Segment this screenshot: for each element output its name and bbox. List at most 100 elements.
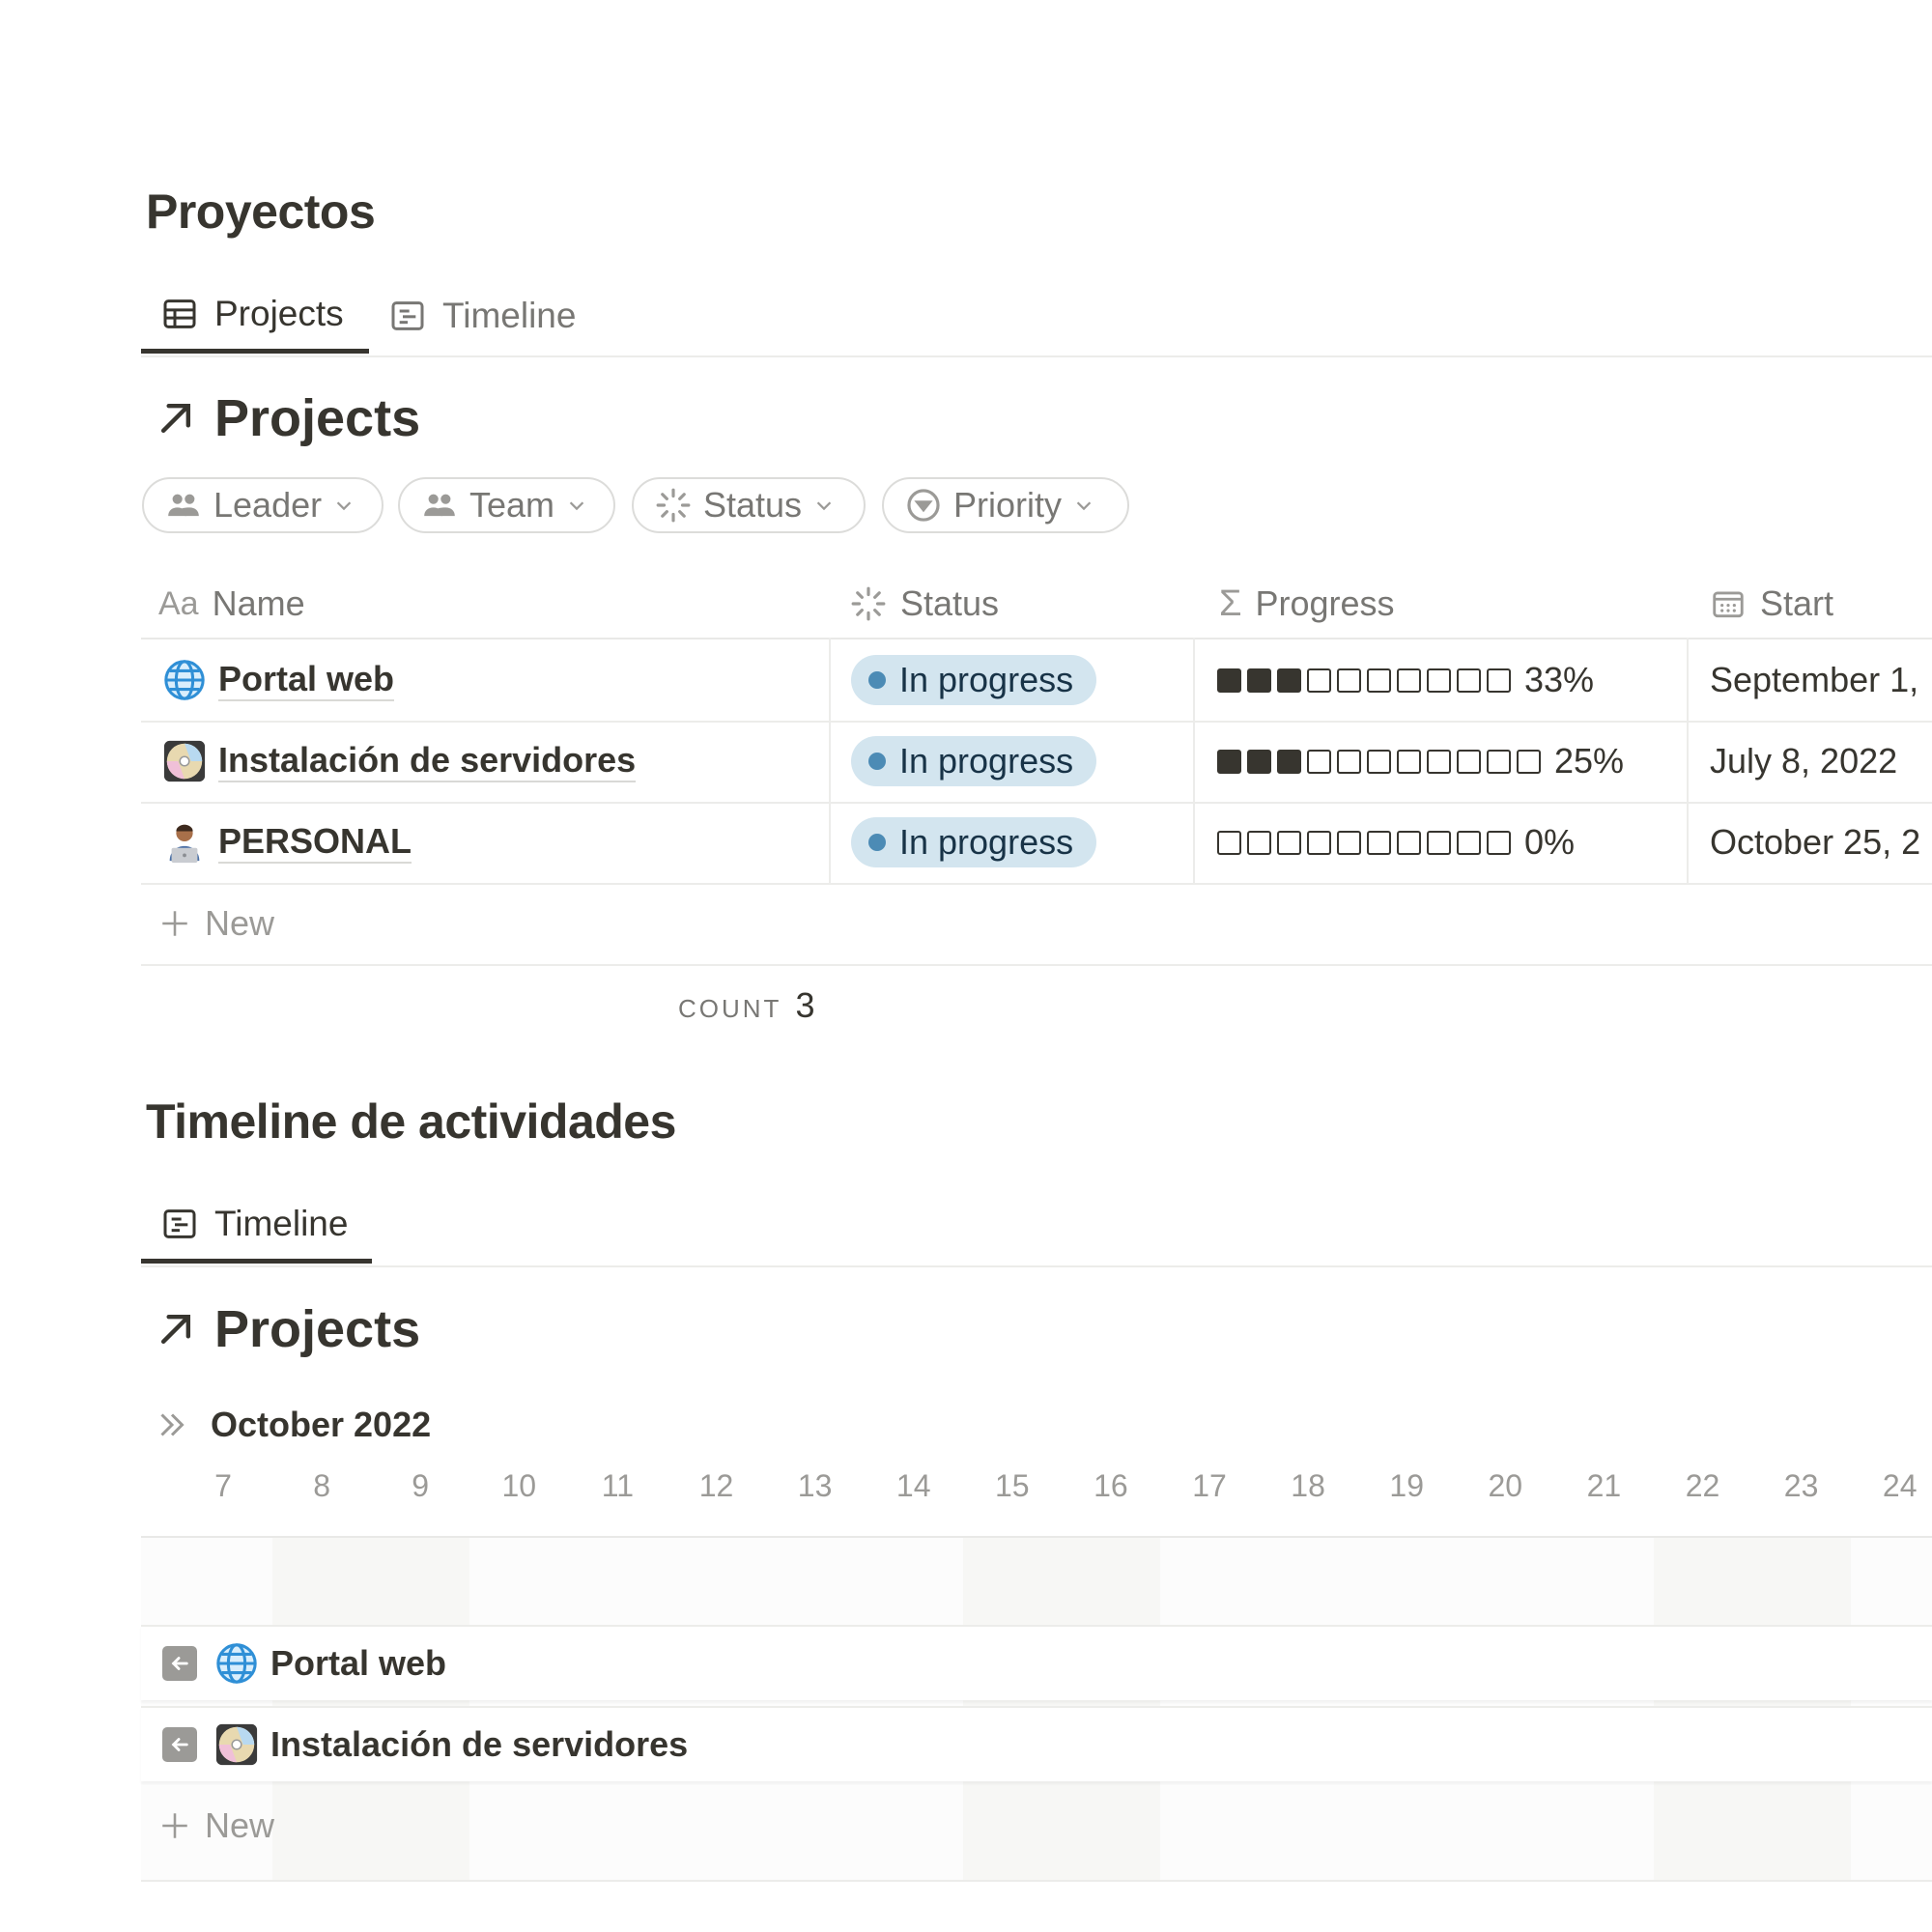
progress-square xyxy=(1487,668,1511,693)
status-icon xyxy=(851,586,886,621)
timeline-bottom-divider xyxy=(141,1880,1932,1882)
timeline-section-title: Timeline de actividades xyxy=(146,1094,676,1149)
progress-square xyxy=(1337,830,1361,855)
arrow-left-icon xyxy=(171,1657,188,1670)
timeline-icon xyxy=(163,1208,196,1238)
timeline-month: October 2022 xyxy=(211,1405,432,1444)
scroll-to-item-button[interactable] xyxy=(162,1727,197,1762)
arrow-up-right-icon xyxy=(160,403,191,434)
progress-square xyxy=(1487,830,1511,855)
progress-square xyxy=(1367,830,1391,855)
timeline-day-label: 17 xyxy=(1192,1468,1227,1503)
row-name[interactable]: Instalación de servidores xyxy=(218,740,637,782)
progress-square xyxy=(1337,749,1361,774)
progress-square xyxy=(1307,749,1331,774)
start-date: October 25, 2 xyxy=(1710,822,1921,862)
status-badge[interactable]: In progress xyxy=(851,736,1097,786)
tab-projects[interactable]: Projects xyxy=(141,278,369,354)
page-title: Proyectos xyxy=(146,185,376,239)
timeline-day-label: 19 xyxy=(1389,1468,1424,1503)
scroll-to-item-button[interactable] xyxy=(162,1646,197,1681)
progress-square xyxy=(1517,749,1541,774)
calendar-icon xyxy=(1713,591,1744,618)
timeline-day-label: 8 xyxy=(313,1468,330,1503)
timeline-row[interactable]: Instalación de servidores xyxy=(141,1706,1932,1781)
timeline-day-label: 23 xyxy=(1783,1468,1819,1503)
tab-label: Timeline xyxy=(442,296,577,335)
timeline-new-button[interactable]: New xyxy=(158,1797,274,1855)
table-row[interactable]: Portal web In progress 33% September 1, xyxy=(141,639,1932,723)
status-badge[interactable]: In progress xyxy=(851,817,1097,867)
view-title-text: Projects xyxy=(214,389,421,447)
progress-square xyxy=(1247,668,1271,693)
timeline-row[interactable]: Portal web xyxy=(141,1625,1932,1700)
timeline-day-label: 12 xyxy=(698,1468,734,1503)
progress-square xyxy=(1247,830,1271,855)
people-icon xyxy=(424,494,455,517)
progress-square xyxy=(1427,749,1451,774)
text-type-icon: Aa xyxy=(158,584,199,622)
timeline-view-tabs: Timeline xyxy=(141,1188,1932,1267)
start-date: September 1, xyxy=(1710,660,1919,699)
progress-square xyxy=(1487,749,1511,774)
progress-square xyxy=(1307,668,1331,693)
tab-label: Projects xyxy=(214,293,344,333)
globe-emoji xyxy=(164,660,205,700)
plus-icon xyxy=(162,911,187,936)
progress-percent: 33% xyxy=(1524,660,1595,699)
row-name[interactable]: Portal web xyxy=(218,659,395,701)
row-name[interactable]: PERSONAL xyxy=(218,821,412,864)
column-header-status[interactable]: Status xyxy=(850,570,999,638)
timeline-day-label: 15 xyxy=(995,1468,1030,1503)
progress-square xyxy=(1337,668,1361,693)
progress-square xyxy=(1397,668,1421,693)
count-value: 3 xyxy=(795,985,815,1025)
status-dot xyxy=(868,753,886,770)
timeline-day-label: 14 xyxy=(895,1468,931,1503)
status-icon xyxy=(656,488,691,523)
progress-square xyxy=(1217,830,1241,855)
column-header-start[interactable]: Start xyxy=(1710,570,1833,638)
status-dot xyxy=(868,671,886,689)
progress-square xyxy=(1427,668,1451,693)
progress-square xyxy=(1307,830,1331,855)
globe-emoji xyxy=(216,1643,257,1684)
timeline-item-name: Portal web xyxy=(270,1643,447,1683)
table-row[interactable]: PERSONAL In progress 0% October 25, 2 xyxy=(141,802,1932,885)
status-dot xyxy=(868,834,886,851)
linked-view-title[interactable]: Projects xyxy=(155,388,420,448)
progress-square xyxy=(1277,749,1301,774)
filter-team[interactable]: Team xyxy=(398,477,615,533)
timeline-day-label: 9 xyxy=(412,1468,430,1503)
column-header-progress[interactable]: Σ Progress xyxy=(1219,570,1395,638)
timeline-day-label: 10 xyxy=(501,1468,537,1503)
filter-status[interactable]: Status xyxy=(632,477,866,533)
progress-bar xyxy=(1217,749,1541,774)
tab-timeline[interactable]: Timeline xyxy=(141,1188,372,1264)
filter-leader[interactable]: Leader xyxy=(142,477,384,533)
count-label: COUNT xyxy=(678,994,782,1023)
count-summary[interactable]: COUNT 3 xyxy=(678,985,814,1026)
progress-square xyxy=(1367,668,1391,693)
arrow-up-right-icon xyxy=(160,1314,191,1345)
progress-bar xyxy=(1217,830,1511,855)
filter-priority[interactable]: Priority xyxy=(882,477,1129,533)
disc-emoji xyxy=(215,1723,258,1766)
linked-view-title[interactable]: Projects xyxy=(155,1299,420,1359)
status-badge[interactable]: In progress xyxy=(851,655,1097,705)
progress-square xyxy=(1247,749,1271,774)
table-row[interactable]: Instalación de servidores In progress 25… xyxy=(141,721,1932,804)
tab-timeline[interactable]: Timeline xyxy=(369,278,601,354)
column-header-name[interactable]: Aa Name xyxy=(158,570,305,638)
priority-icon xyxy=(907,489,940,522)
timeline-item-name: Instalación de servidores xyxy=(270,1724,689,1764)
timeline-day-label: 24 xyxy=(1882,1468,1918,1503)
timeline-day-label: 13 xyxy=(797,1468,833,1503)
timeline-day-label: 20 xyxy=(1488,1468,1523,1503)
people-icon xyxy=(168,494,199,517)
double-chevron-right-icon[interactable] xyxy=(155,1407,189,1442)
table-icon xyxy=(163,298,196,328)
timeline-day-label: 22 xyxy=(1685,1468,1720,1503)
table-header: Aa Name Status Σ Progress Start xyxy=(141,570,1932,639)
new-row[interactable]: New xyxy=(141,883,1932,966)
